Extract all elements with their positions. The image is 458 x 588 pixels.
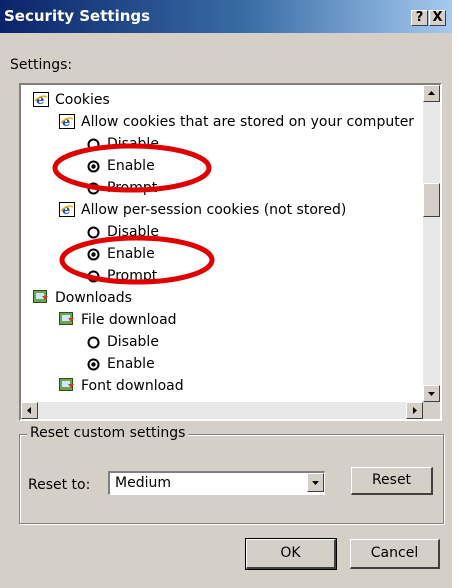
radio-label: Disable <box>107 224 159 240</box>
scroll-down-button[interactable] <box>423 385 440 402</box>
settings-label: Settings: <box>10 57 73 73</box>
dialog-title: Security Settings <box>4 7 151 25</box>
radio-checked-icon <box>87 358 100 371</box>
security-level-select[interactable]: Medium <box>108 471 325 495</box>
svg-text:e: e <box>62 203 70 217</box>
close-icon: X <box>432 10 443 25</box>
arrow-right-icon <box>413 407 417 414</box>
cancel-button[interactable]: Cancel <box>350 539 440 569</box>
reset-to-label: Reset to: <box>28 477 91 493</box>
ie-icon: e <box>59 202 75 217</box>
security-settings-dialog: Security Settings ? X Settings: e Cookie… <box>0 0 452 588</box>
radio-label: Disable <box>107 334 159 350</box>
download-icon <box>33 290 48 303</box>
tree-item-label: File download <box>81 312 177 328</box>
svg-text:e: e <box>36 93 44 107</box>
radio-empty-icon <box>87 182 100 195</box>
radio-label: Prompt <box>107 268 158 284</box>
radio-label: Prompt <box>107 180 158 196</box>
chevron-down-icon <box>312 481 319 485</box>
reset-custom-settings-group: Reset custom settings Reset to: Medium R… <box>19 425 444 524</box>
help-icon: ? <box>415 10 424 25</box>
radio-empty-icon <box>87 138 100 151</box>
scroll-thumb[interactable] <box>423 183 440 217</box>
tree-item-label: Allow per-session cookies (not stored) <box>81 202 347 218</box>
tree-item-label: Allow cookies that are stored on your co… <box>81 114 415 130</box>
settings-tree[interactable]: e Cookies e Allow cookies that are store… <box>19 83 442 421</box>
ie-icon: e <box>59 114 75 129</box>
scrollbar-corner <box>423 402 440 419</box>
radio-label: Disable <box>107 136 159 152</box>
download-icon <box>59 378 74 391</box>
radio-checked-icon <box>87 160 100 173</box>
ok-button[interactable]: OK <box>245 538 337 570</box>
download-icon <box>59 312 74 325</box>
svg-text:e: e <box>62 115 70 129</box>
scroll-right-button[interactable] <box>406 402 423 419</box>
arrow-left-icon <box>27 407 31 414</box>
arrow-up-icon <box>428 91 435 95</box>
scroll-left-button[interactable] <box>21 402 38 419</box>
radio-empty-icon <box>87 336 100 349</box>
arrow-down-icon <box>428 392 435 396</box>
tree-item-label: Font download <box>81 378 184 394</box>
reset-button[interactable]: Reset <box>351 467 433 495</box>
security-level-value: Medium <box>115 475 171 491</box>
help-button[interactable]: ? <box>411 10 428 26</box>
radio-label: Enable <box>107 158 155 174</box>
ie-icon: e <box>33 92 49 107</box>
tree-item-label: Cookies <box>55 92 110 108</box>
horizontal-scrollbar[interactable] <box>21 402 423 419</box>
radio-checked-icon <box>87 248 100 261</box>
radio-label: Enable <box>107 356 155 372</box>
group-legend: Reset custom settings <box>27 425 189 441</box>
vertical-scrollbar[interactable] <box>423 85 440 402</box>
radio-empty-icon <box>87 226 100 239</box>
radio-label: Enable <box>107 246 155 262</box>
dropdown-button[interactable] <box>307 473 324 492</box>
tree-item-label: Downloads <box>55 290 132 306</box>
close-button[interactable]: X <box>429 10 446 26</box>
title-bar: Security Settings ? X <box>0 0 452 33</box>
radio-empty-icon <box>87 270 100 283</box>
scroll-up-button[interactable] <box>423 85 440 102</box>
